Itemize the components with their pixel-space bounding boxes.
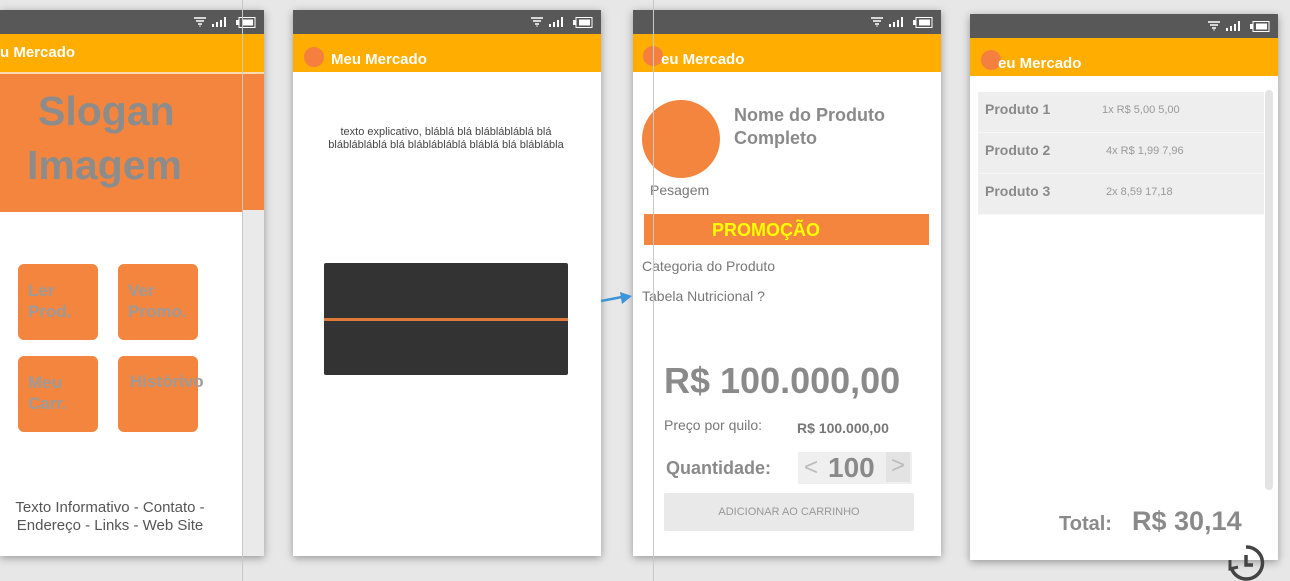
signal-icon: [889, 17, 903, 27]
cart-item-detail: 1x R$ 5,00 5,00: [1102, 104, 1180, 116]
screen-scanner: Meu Mercado texto explicativo, bláblá bl…: [293, 10, 601, 556]
scan-line: [324, 318, 568, 321]
total-value: R$ 30,14: [1132, 506, 1242, 536]
battery-icon: [913, 16, 933, 28]
side-strip: [243, 210, 264, 556]
slogan-text-line1: Slogan: [38, 88, 175, 134]
battery-icon: [573, 16, 593, 28]
signal-icon: [212, 17, 226, 27]
weighing-label: Pesagem: [650, 182, 710, 198]
explanation-text: texto explicativo, bláblá blá bláblábláb…: [328, 126, 564, 151]
status-icons: [194, 15, 256, 29]
total-label: Total:: [1059, 513, 1112, 535]
status-bar: [0, 10, 264, 34]
cart-item-detail: 4x R$ 1,99 7,96: [1106, 145, 1184, 157]
app-title: u Mercado: [0, 44, 76, 61]
tile-label-line1: Ler: [28, 281, 55, 300]
status-bar: [970, 14, 1278, 38]
scrollbar[interactable]: [1265, 90, 1273, 490]
nutrition-table-link[interactable]: Tabela Nutricional ?: [642, 288, 765, 304]
app-bar: eu Mercado: [970, 38, 1278, 76]
status-icons: [1208, 19, 1270, 33]
app-bar: Meu Mercado: [293, 34, 601, 72]
category-link[interactable]: Categoria do Produto: [642, 258, 775, 274]
app-title: eu Mercado: [661, 51, 745, 68]
tile-label-line1: Histórivo: [130, 372, 204, 391]
price-per-kg-value: R$ 100.000,00: [797, 420, 889, 436]
battery-icon: [236, 16, 256, 28]
cart-item[interactable]: Produto 3 2x 8,59 17,18: [978, 174, 1264, 215]
quantity-label: Quantidade:: [666, 458, 772, 478]
battery-icon: [1250, 20, 1270, 32]
logo-icon: [304, 47, 324, 67]
screen-home: u Mercado Slogan Imagem Ler Prod. Ver Pr…: [0, 10, 264, 556]
tile-label-line2: Prod.: [28, 302, 72, 321]
product-price: R$ 100.000,00: [664, 360, 901, 401]
cart-item[interactable]: Produto 1 1x R$ 5,00 5,00: [978, 92, 1264, 133]
cart-item[interactable]: Produto 2 4x R$ 1,99 7,96: [978, 133, 1264, 174]
tile-label-line1: Meu: [28, 373, 62, 392]
read-products-button[interactable]: Ler Prod.: [18, 264, 98, 340]
slogan-banner: Slogan Imagem: [0, 72, 264, 212]
view-promotions-button[interactable]: Ver Promo.: [118, 264, 198, 340]
wifi-icon: [1208, 21, 1220, 31]
footer-line2: Endereço - Links - Web Site: [16, 517, 204, 534]
footer-line1: Texto Informativo - Contato -: [15, 499, 205, 516]
screen-product: eu Mercado Nome do Produto Completo Pesa…: [633, 10, 941, 556]
tile-label-line2: Carr.: [28, 394, 67, 413]
status-icons: [531, 15, 593, 29]
cart-item-detail: 2x 8,59 17,18: [1106, 186, 1173, 198]
footer-info: Texto Informativo - Contato - Endereço -…: [0, 499, 220, 535]
quantity-stepper: < 100 >: [798, 452, 912, 484]
cart-item-name: Produto 3: [985, 183, 1051, 199]
history-icon[interactable]: [1226, 543, 1266, 581]
app-bar: u Mercado: [0, 34, 264, 72]
cart-item-name: Produto 2: [985, 142, 1051, 158]
app-title: Meu Mercado: [331, 51, 427, 68]
barcode-scanner[interactable]: [324, 263, 568, 375]
cart-item-name: Produto 1: [985, 101, 1051, 117]
add-to-cart-button[interactable]: ADICIONAR AO CARRINHO: [664, 493, 914, 531]
app-bar: eu Mercado: [633, 34, 941, 72]
wifi-icon: [871, 17, 883, 27]
arrow-right-icon: [600, 292, 632, 304]
status-bar: [633, 10, 941, 34]
increment-button[interactable]: >: [886, 452, 910, 482]
divider-line: [242, 0, 243, 581]
wifi-icon: [194, 17, 206, 27]
price-per-kg-label: Preço por quilo:: [664, 417, 763, 433]
status-bar: [293, 10, 601, 34]
app-title: eu Mercado: [998, 55, 1082, 72]
signal-icon: [549, 17, 563, 27]
promo-text: PROMOÇÃO: [712, 220, 820, 240]
status-icons: [871, 15, 933, 29]
quantity-value[interactable]: 100: [828, 452, 875, 484]
screen-cart: eu Mercado Produto 1 1x R$ 5,00 5,00 Pro…: [970, 14, 1278, 560]
wifi-icon: [531, 17, 543, 27]
divider-line: [653, 0, 654, 581]
history-button[interactable]: Histórivo: [118, 356, 204, 432]
decrement-button[interactable]: <: [804, 454, 818, 482]
slogan-text-line2: Imagem: [27, 142, 182, 188]
promo-banner: PROMOÇÃO: [644, 214, 929, 245]
my-cart-button[interactable]: Meu Carr.: [18, 356, 98, 432]
signal-icon: [1226, 21, 1240, 31]
tile-label-line1: Ver: [128, 281, 155, 300]
product-name: Nome do Produto Completo: [734, 105, 885, 148]
tile-label-line2: Promo.: [128, 302, 187, 321]
